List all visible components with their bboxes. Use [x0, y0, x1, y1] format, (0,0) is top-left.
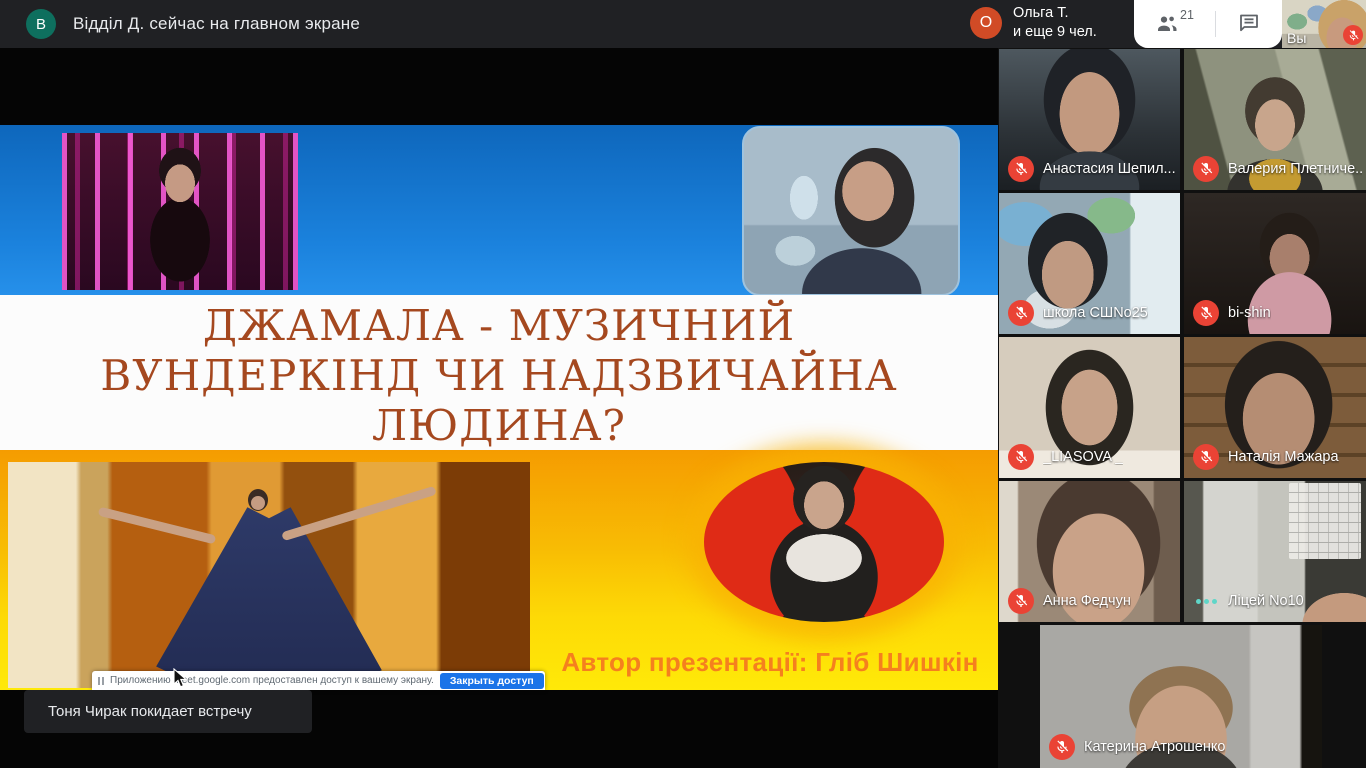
- roster-secondary-text: и еще 9 чел.: [1013, 23, 1097, 42]
- presenter-avatar: В: [26, 9, 56, 39]
- participant-tile[interactable]: Валерия Плетниче...: [1184, 49, 1366, 190]
- mic-muted-icon: [1193, 156, 1219, 182]
- mic-muted-icon: [1008, 300, 1034, 326]
- participant-name: _LIASOVA _: [1043, 449, 1123, 465]
- cursor-icon: [172, 668, 188, 690]
- slide-author: Автор презентації: Гліб Шишкін: [560, 647, 980, 678]
- chat-icon: [1237, 11, 1261, 38]
- jamala-trophy-photo: [742, 126, 960, 296]
- jamala-eurovision-stage-photo: [8, 462, 530, 688]
- top-bar: В Відділ Д. сейчас на главном экране О О…: [0, 0, 1366, 48]
- people-icon: [1155, 11, 1179, 38]
- mic-muted-icon: [1049, 734, 1075, 760]
- roster-primary-name: Ольга Т.: [1013, 4, 1097, 23]
- slide-blue-band: [0, 125, 998, 295]
- speaking-indicator-icon: [1193, 588, 1219, 614]
- participant-tile[interactable]: Ліцей No10: [1184, 481, 1366, 622]
- mic-muted-icon: [1008, 156, 1034, 182]
- self-view-tile[interactable]: Вы: [1282, 0, 1366, 48]
- participant-name: Наталія Мажара: [1228, 449, 1339, 465]
- slide-title-line: ВУНДЕРКІНД ЧИ НАДЗВИЧАЙНА: [64, 351, 934, 401]
- meeting-controls-panel: 21: [1134, 0, 1282, 48]
- mic-muted-icon: [1193, 300, 1219, 326]
- meet-app: В Відділ Д. сейчас на главном экране О О…: [0, 0, 1366, 768]
- participant-name: Катерина Атрошенко: [1084, 739, 1225, 755]
- presenting-status-chip: В Відділ Д. сейчас на главном экране: [26, 9, 360, 39]
- mic-muted-icon: [1343, 25, 1363, 45]
- slide-title-line: ДЖАМАЛА - МУЗИЧНИЙ: [64, 301, 934, 351]
- participant-tile[interactable]: _LIASOVA _: [999, 337, 1180, 478]
- slide-orange-band: Автор презентації: Гліб Шишкін: [0, 450, 998, 690]
- slide-title-line: ЛЮДИНА?: [64, 401, 934, 451]
- participant-name: школа СШNo25: [1043, 305, 1148, 321]
- stop-sharing-button[interactable]: Закрыть доступ: [440, 673, 544, 689]
- participant-count: 21: [1180, 8, 1194, 22]
- presenter-avatar-letter: В: [36, 16, 46, 33]
- participant-tile[interactable]: Анна Федчун: [999, 481, 1180, 622]
- jamala-voice-chair-photo: [704, 462, 944, 622]
- participants-panel: Анастасия Шепил... Валерия Плетниче... ш…: [998, 48, 1366, 768]
- presentation-slide: ДЖАМАЛА - МУЗИЧНИЙ ВУНДЕРКІНД ЧИ НАДЗВИЧ…: [0, 125, 998, 690]
- participant-tile[interactable]: bi-shin: [1184, 193, 1366, 334]
- participants-button[interactable]: 21: [1149, 7, 1200, 42]
- pause-icon: [98, 677, 104, 685]
- participant-name: Анастасия Шепил...: [1043, 161, 1176, 177]
- participant-tile[interactable]: Наталія Мажара: [1184, 337, 1366, 478]
- presenting-status-text: Відділ Д. сейчас на главном экране: [73, 14, 360, 34]
- mic-muted-icon: [1008, 588, 1034, 614]
- participant-name: bi-shin: [1228, 305, 1271, 321]
- user-avatar-letter: О: [980, 14, 992, 32]
- user-avatar: О: [970, 7, 1002, 39]
- chat-button[interactable]: [1231, 7, 1267, 42]
- leave-toast: Тоня Чирак покидает встречу: [24, 690, 312, 733]
- participant-name: Валерия Плетниче...: [1228, 161, 1362, 177]
- figure-arm: [97, 506, 216, 544]
- participant-name: Ліцей No10: [1228, 593, 1304, 609]
- jamala-neon-photo: [62, 133, 298, 290]
- figure-arm: [282, 486, 438, 541]
- divider: [1215, 11, 1216, 37]
- self-view-label: Вы: [1287, 30, 1306, 46]
- slide-title: ДЖАМАЛА - МУЗИЧНИЙ ВУНДЕРКІНД ЧИ НАДЗВИЧ…: [64, 301, 934, 451]
- participant-tile[interactable]: школа СШNo25: [999, 193, 1180, 334]
- participant-tile[interactable]: Анастасия Шепил...: [999, 49, 1180, 190]
- participant-tile[interactable]: Катерина Атрошенко: [1040, 625, 1322, 768]
- screen-share-bar: Приложению meet.google.com предоставлен …: [92, 671, 545, 690]
- shared-screen-stage: ДЖАМАЛА - МУЗИЧНИЙ ВУНДЕРКІНД ЧИ НАДЗВИЧ…: [0, 48, 998, 768]
- roster-summary-chip: О Ольга Т. и еще 9 чел.: [970, 4, 1097, 42]
- participant-name: Анна Федчун: [1043, 593, 1131, 609]
- toast-message: Тоня Чирак покидает встречу: [48, 703, 252, 720]
- screen-share-message: Приложению meet.google.com предоставлен …: [110, 675, 434, 686]
- mic-muted-icon: [1193, 444, 1219, 470]
- mic-muted-icon: [1008, 444, 1034, 470]
